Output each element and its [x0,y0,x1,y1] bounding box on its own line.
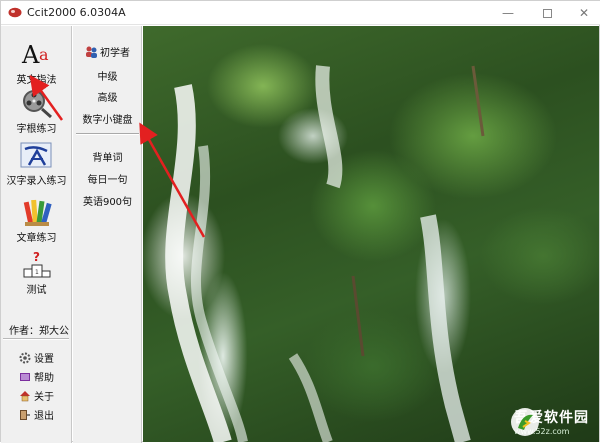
typography-aa-icon: A a [21,41,49,69]
tool-test[interactable]: ? 1 测试 [1,248,72,296]
settings-button[interactable]: 设置 [19,350,54,365]
left-tool-panel: A a 英文指法 字根练习 汉字录入练习 文章练习 ? 1 测试 作者：郑大公 … [1,26,72,443]
waterfall-photo: 吾爱软件园 www.52z.com [143,26,599,442]
option-label: 帮助 [34,373,54,384]
option-label: 设置 [34,354,54,365]
waterfall-streams [165,65,485,442]
tool-article-practice[interactable]: 文章练习 [1,196,72,244]
title-bar[interactable]: Ccit2000 6.0304A — ✕ [1,1,600,25]
extra-daily-sentence[interactable]: 每日一句 [73,171,142,186]
minimize-button[interactable]: — [489,1,527,25]
maximize-button[interactable] [528,1,566,25]
level-beginner[interactable]: 初学者 [73,44,142,59]
exit-button[interactable]: 退出 [19,407,54,422]
podium-question-icon: ? 1 [23,250,50,278]
level-label: 初学者 [100,48,130,59]
svg-text:a: a [39,45,49,64]
app-logo-icon [8,7,22,18]
pencils-icon [23,199,52,226]
option-label: 关于 [34,392,54,403]
level-numeric-keypad[interactable]: 数字小键盘 [73,111,142,126]
about-button[interactable]: 关于 [19,388,54,403]
svg-text:A: A [21,41,40,69]
tool-chinese-input[interactable]: 汉字录入练习 [1,139,72,187]
tool-label: 测试 [26,285,47,296]
help-book-icon [20,372,30,381]
watermark-logo-icon [511,408,539,436]
gear-icon [19,352,31,363]
left-divider [3,338,69,340]
calligraphy-icon [20,142,51,168]
level-advanced[interactable]: 高级 [73,89,142,104]
middle-divider [76,133,139,135]
level-intermediate[interactable]: 中级 [73,68,142,83]
window-title: Ccit2000 6.0304A [27,6,126,19]
tool-label: 字根练习 [16,124,57,135]
users-icon [86,46,97,58]
extra-english-900[interactable]: 英语900句 [73,193,142,208]
tool-radical-practice[interactable]: 字根练习 [1,87,72,135]
help-button[interactable]: 帮助 [19,369,54,384]
option-label: 退出 [34,411,54,422]
tool-label: 英文指法 [16,75,57,86]
author-credit: 作者：郑大公 [9,326,69,337]
svg-text:?: ? [33,250,40,264]
tool-english-fingering[interactable]: A a 英文指法 [1,38,72,86]
exit-icon [20,409,30,420]
house-icon [20,390,30,401]
site-watermark: 吾爱软件园 www.52z.com [510,407,589,436]
level-menu-panel: 初学者 中级 高级 数字小键盘 背单词 每日一句 英语900句 [73,26,142,443]
film-reel-icon [22,90,52,119]
extra-vocabulary[interactable]: 背单词 [73,149,142,164]
app-window: Ccit2000 6.0304A — ✕ A a 英文指法 字根练习 汉字录入练… [0,0,600,443]
tool-label: 文章练习 [16,233,57,244]
tool-label: 汉字录入练习 [6,176,67,187]
close-button[interactable]: ✕ [565,1,600,25]
svg-text:1: 1 [35,269,39,276]
maximize-icon [542,9,552,18]
